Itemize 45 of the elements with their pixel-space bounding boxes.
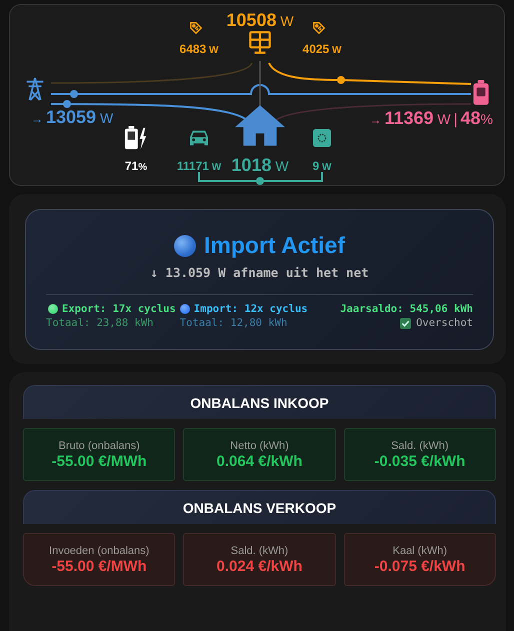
price-label: Kaal (kWh) [392, 544, 448, 556]
status-title: Import Actief [204, 232, 345, 259]
solar-power: 10508 W [226, 11, 294, 30]
total-energy: Totaal: 12,80 kWh [180, 317, 288, 329]
cycle-count: Import: 12x cyclus [194, 303, 308, 315]
price-label: Sald. (kWh) [391, 440, 449, 452]
home-power: 1018 W [231, 156, 289, 175]
battery-level: 71% [124, 158, 148, 174]
year-balance: Jaarsaldo: 545,06 kWh [340, 303, 473, 315]
globe-icon [174, 234, 196, 256]
cycle-count: Export: 17x cyclus [62, 303, 176, 315]
flow-dot [337, 76, 345, 84]
status-subtitle: ↓ 13.059 W afname uit het net [149, 265, 370, 280]
device-power: 9 W [312, 158, 332, 174]
battery-power: → 11369 W | 48% [369, 109, 493, 128]
flow-dot [256, 177, 264, 185]
tag-icon [189, 21, 203, 35]
car-icon [188, 129, 210, 147]
grid-power: → 13059 W [31, 108, 114, 127]
price-value: -0.075 €/kWh [374, 558, 466, 574]
total-energy: Totaal: 23,88 kWh [46, 317, 154, 329]
price-value: -55.00 €/MWh [52, 558, 147, 574]
price-label: Sald. (kWh) [230, 544, 288, 556]
flow-dot [70, 90, 78, 98]
price-value: 0.024 €/kWh [216, 558, 302, 574]
section-header: ONBALANS INKOOP [23, 385, 496, 419]
solar-string-power: 4025 W [302, 41, 342, 57]
price-value: 0.064 €/kWh [216, 452, 302, 470]
price-label: Bruto (onbalans) [58, 440, 140, 452]
price-value: -55.00 €/MWh [52, 452, 147, 470]
solar-panel-icon [247, 30, 273, 56]
price-value: -0.035 €/kWh [374, 452, 466, 470]
device-power: 11171 W [176, 158, 222, 174]
price-label: Invoeden (onbalans) [49, 544, 150, 556]
house-icon [234, 104, 286, 146]
surplus-label: Overschot [416, 317, 473, 329]
battery-icon [472, 80, 490, 106]
power-tower-icon [24, 76, 46, 102]
solar-string-power: 6483 W [180, 41, 218, 57]
price-label: Netto (kWh) [230, 440, 289, 452]
flow-dot [63, 100, 71, 108]
section-header: ONBALANS VERKOOP [23, 490, 496, 524]
tag-icon [312, 21, 326, 35]
battery-charging-icon [124, 126, 148, 150]
appliance-icon [313, 129, 331, 147]
